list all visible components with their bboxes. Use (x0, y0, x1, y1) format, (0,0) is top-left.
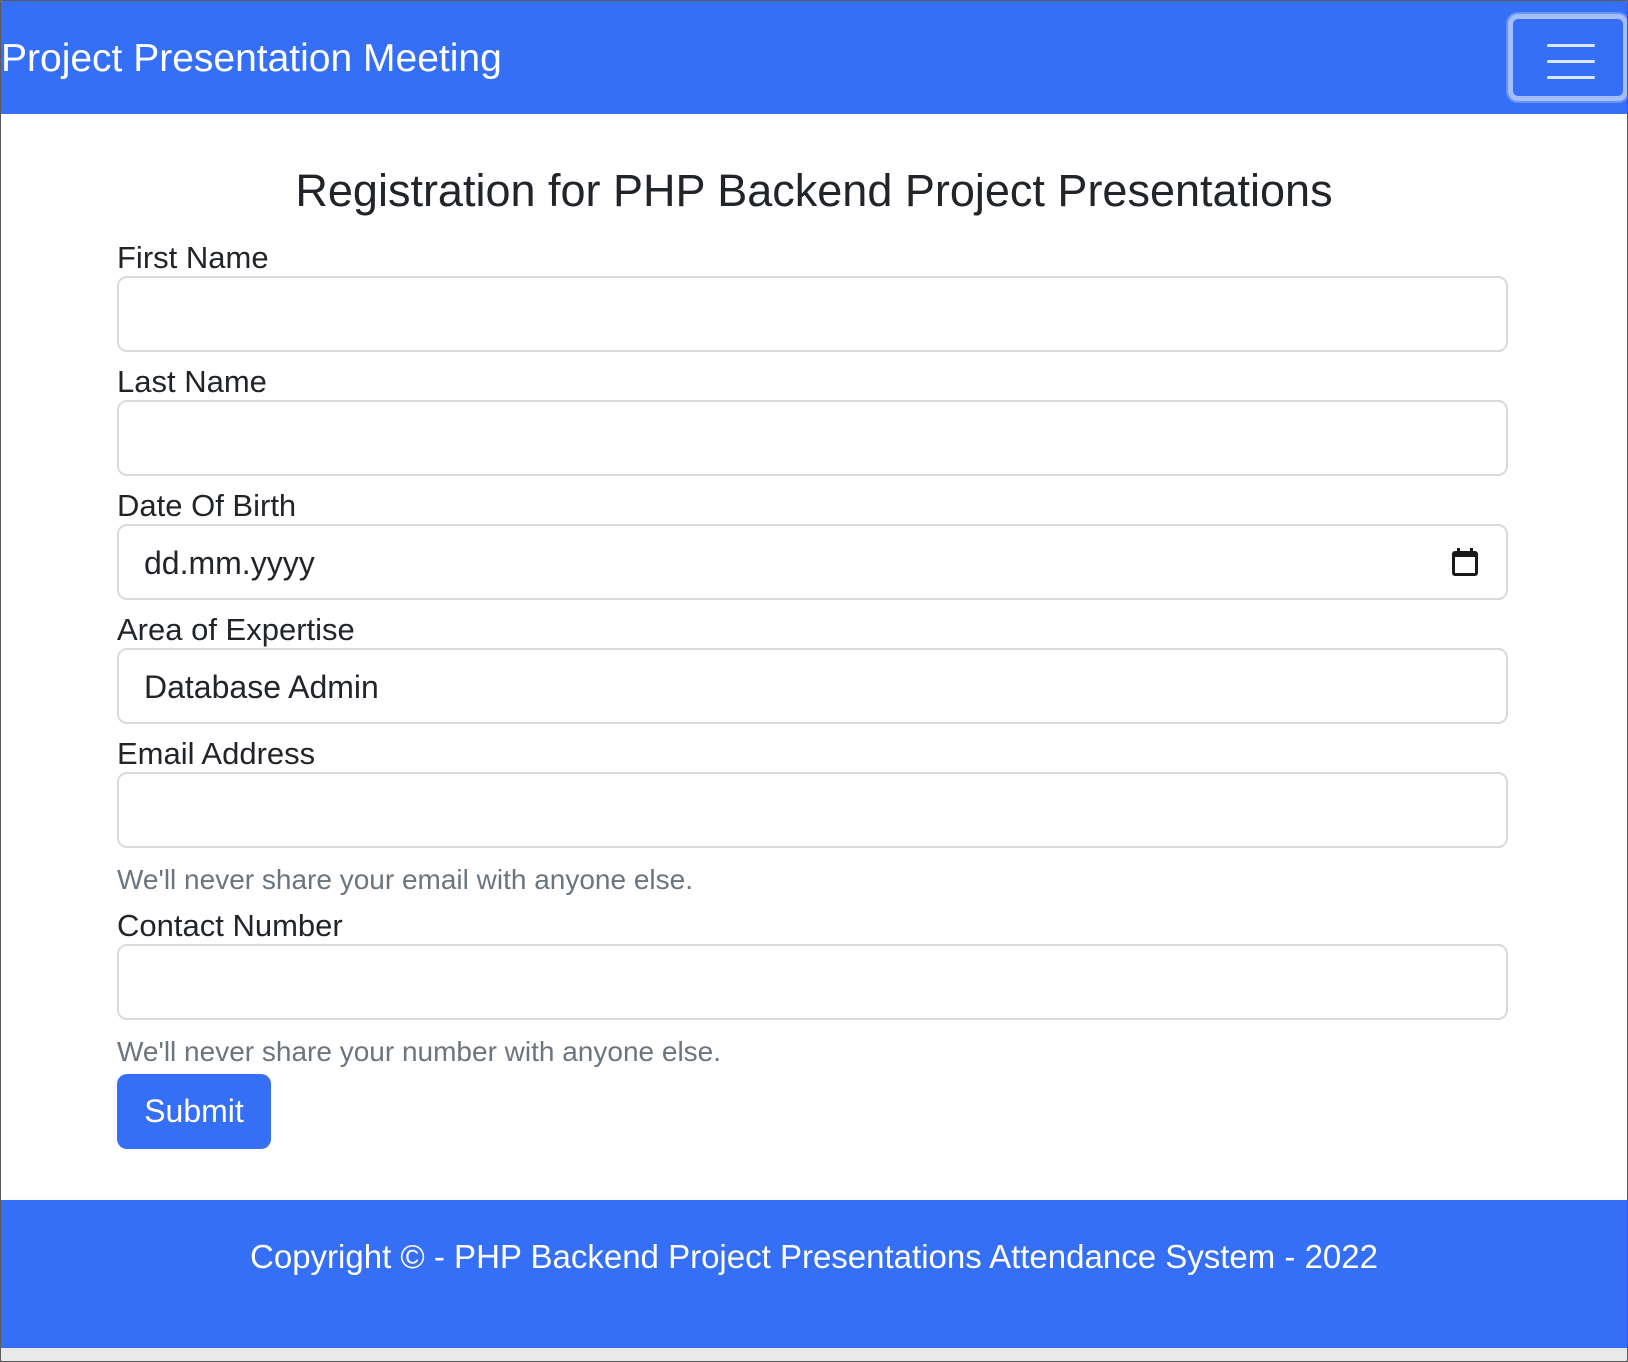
email-input[interactable] (117, 772, 1508, 848)
email-help-text: We'll never share your email with anyone… (117, 864, 693, 895)
footer: Copyright © - PHP Backend Project Presen… (1, 1200, 1627, 1348)
browser-window: Project Presentation Meeting Registratio… (0, 0, 1628, 1362)
page-title: Registration for PHP Backend Project Pre… (295, 165, 1333, 216)
contact-input[interactable] (117, 944, 1508, 1020)
contact-help-text: We'll never share your number with anyon… (117, 1036, 722, 1067)
window-bottom-edge (1, 1348, 1627, 1361)
expertise-select[interactable]: Database Admin (117, 648, 1508, 724)
last-name-input[interactable] (117, 400, 1508, 476)
last-name-label: Last Name (117, 364, 267, 399)
dob-label: Date Of Birth (117, 488, 297, 523)
navbar-toggler-button[interactable] (1508, 14, 1627, 101)
contact-label: Contact Number (117, 908, 343, 943)
first-name-input[interactable] (117, 276, 1508, 352)
calendar-icon[interactable] (1452, 548, 1478, 576)
navbar: Project Presentation Meeting (1, 1, 1627, 114)
footer-copyright: Copyright © - PHP Backend Project Presen… (250, 1238, 1378, 1275)
hamburger-menu-icon (1547, 44, 1595, 80)
first-name-label: First Name (117, 240, 269, 275)
expertise-value: Database Admin (144, 669, 379, 705)
expertise-label: Area of Expertise (117, 612, 355, 647)
dob-placeholder: dd.mm.yyyy (144, 545, 315, 581)
email-label: Email Address (117, 736, 316, 771)
submit-button[interactable]: Submit (117, 1074, 271, 1149)
dob-input[interactable]: dd.mm.yyyy (117, 524, 1508, 600)
navbar-brand[interactable]: Project Presentation Meeting (1, 35, 502, 83)
